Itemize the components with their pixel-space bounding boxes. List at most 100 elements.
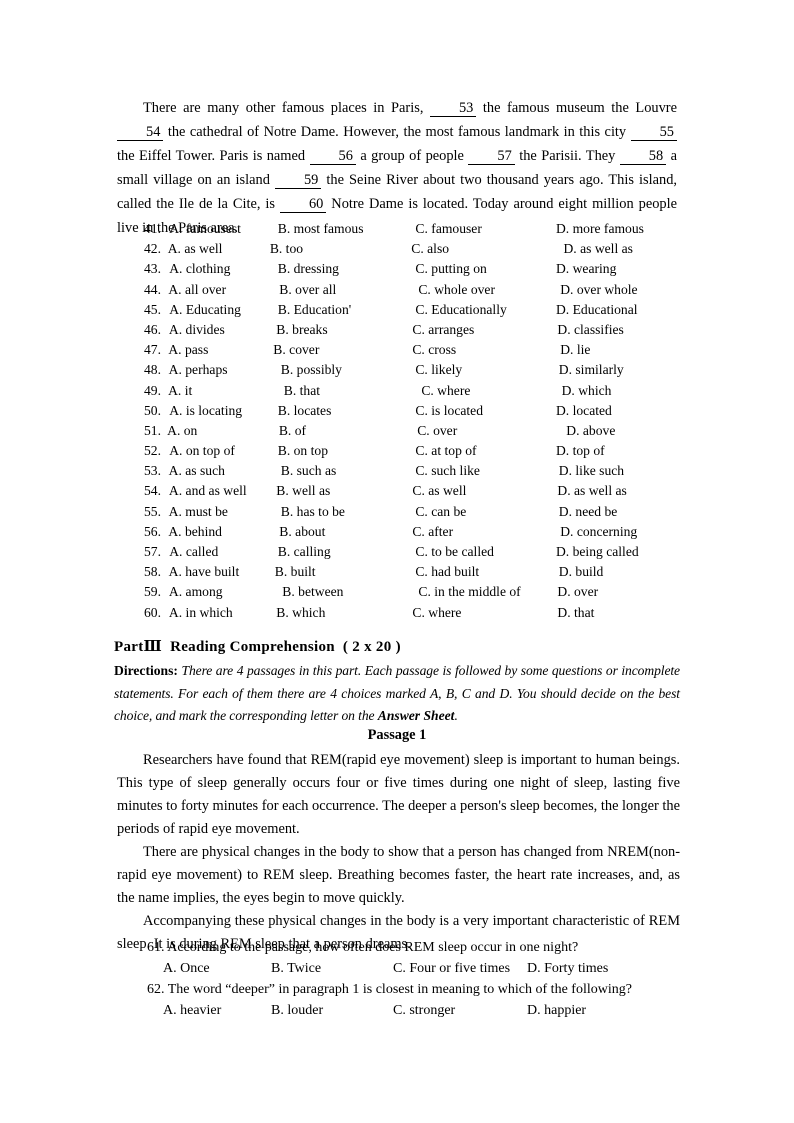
option-choice-c[interactable]: C. putting on [415, 261, 556, 277]
option-choice-d[interactable]: D. that [551, 605, 682, 621]
cloze-blank-57[interactable]: 57 [468, 149, 515, 165]
option-choice-a[interactable]: A. is locating [169, 403, 278, 419]
option-choice-d[interactable]: D. wearing [556, 261, 682, 277]
option-choice-d[interactable]: D. like such [553, 463, 682, 479]
option-choice-c[interactable]: C. had built [409, 564, 552, 580]
option-choice-b[interactable]: B. cover [273, 342, 406, 358]
question-choice-d[interactable]: D. happier [527, 1000, 647, 1021]
option-choice-b[interactable]: B. that [272, 383, 416, 399]
option-choice-c[interactable]: C. is located [415, 403, 556, 419]
option-choice-a[interactable]: A. have built [169, 564, 275, 580]
option-choice-d[interactable]: D. classifies [551, 322, 682, 338]
option-choice-a[interactable]: A. and as well [169, 483, 276, 499]
option-choice-d[interactable]: D. over [557, 584, 682, 600]
option-choice-b[interactable]: B. between [276, 584, 418, 600]
option-choice-c[interactable]: C. where [412, 605, 551, 621]
option-choice-a[interactable]: A. behind [168, 524, 273, 540]
option-choice-a[interactable]: A. on [167, 423, 267, 439]
option-choice-b[interactable]: B. has to be [275, 504, 416, 520]
cloze-blank-54[interactable]: 54 [117, 125, 164, 141]
question-choice-b[interactable]: B. Twice [271, 958, 393, 979]
option-choice-b[interactable]: B. Education' [278, 302, 416, 318]
cloze-blank-60[interactable]: 60 [279, 197, 327, 213]
option-choice-b[interactable]: B. about [273, 524, 412, 540]
option-choice-a[interactable]: A. perhaps [169, 362, 275, 378]
option-choice-b[interactable]: B. too [270, 241, 399, 257]
option-choice-c[interactable]: C. cross [406, 342, 548, 358]
option-choice-d[interactable]: D. Educational [556, 302, 682, 318]
cloze-blank-56[interactable]: 56 [309, 149, 356, 165]
option-choice-d[interactable]: D. top of [556, 443, 682, 459]
option-choice-c[interactable]: C. Educationally [415, 302, 556, 318]
option-choice-b[interactable]: B. over all [273, 282, 412, 298]
option-choice-b[interactable]: B. dressing [278, 261, 416, 277]
option-choice-c[interactable]: C. whole over [412, 282, 554, 298]
option-choice-d[interactable]: D. concerning [548, 524, 682, 540]
option-choice-d[interactable]: D. which [556, 383, 682, 399]
option-choice-a[interactable]: A. famousest [169, 221, 278, 237]
option-choice-a[interactable]: A. Educating [169, 302, 278, 318]
option-choice-a[interactable]: A. among [169, 584, 276, 600]
option-choice-b[interactable]: B. breaks [276, 322, 412, 338]
option-choice-d[interactable]: D. as well as [543, 241, 682, 257]
option-choice-a[interactable]: A. on top of [169, 443, 278, 459]
option-choice-a[interactable]: A. must be [169, 504, 275, 520]
option-choice-a[interactable]: A. called [169, 544, 278, 560]
option-choice-c[interactable]: C. also [399, 241, 543, 257]
option-choice-d[interactable]: D. need be [553, 504, 682, 520]
option-choice-b[interactable]: B. most famous [278, 221, 416, 237]
cloze-blank-59[interactable]: 59 [274, 173, 322, 189]
option-choice-c[interactable]: C. where [415, 383, 555, 399]
option-choice-c[interactable]: C. as well [412, 483, 551, 499]
cloze-blank-58[interactable]: 58 [619, 149, 667, 165]
option-choice-a[interactable]: A. in which [169, 605, 276, 621]
option-choice-c[interactable]: C. such like [415, 463, 552, 479]
question-choice-a[interactable]: A. heavier [163, 1000, 271, 1021]
option-choice-b[interactable]: B. such as [275, 463, 416, 479]
option-choice-b[interactable]: B. locates [278, 403, 416, 419]
option-choice-d[interactable]: D. located [556, 403, 682, 419]
cloze-passage-paragraph: There are many other famous places in Pa… [117, 100, 677, 236]
question-choice-d[interactable]: D. Forty times [527, 958, 647, 979]
cloze-blank-55[interactable]: 55 [630, 125, 677, 141]
question-choice-c[interactable]: C. stronger [393, 1000, 527, 1021]
question-choice-a[interactable]: A. Once [163, 958, 271, 979]
option-choice-b[interactable]: B. which [276, 605, 412, 621]
option-row-number: 51. [144, 422, 161, 438]
option-choice-c[interactable]: C. to be called [415, 544, 556, 560]
option-choice-a[interactable]: A. clothing [169, 261, 278, 277]
option-choice-d[interactable]: D. over whole [554, 282, 682, 298]
option-choice-b[interactable]: B. of [267, 423, 405, 439]
option-choice-c[interactable]: C. arranges [412, 322, 551, 338]
exam-page: There are many other famous places in Pa… [114, 0, 680, 1123]
option-choice-d[interactable]: D. more famous [556, 221, 682, 237]
option-choice-c[interactable]: C. in the middle of [418, 584, 557, 600]
option-choice-d[interactable]: D. being called [556, 544, 682, 560]
option-choice-c[interactable]: C. famouser [415, 221, 556, 237]
option-choice-d[interactable]: D. lie [548, 342, 682, 358]
option-choice-d[interactable]: D. similarly [553, 362, 682, 378]
option-choice-d[interactable]: D. as well as [551, 483, 682, 499]
option-choice-c[interactable]: C. likely [415, 362, 552, 378]
option-choice-a[interactable]: A. it [168, 383, 272, 399]
cloze-blank-53[interactable]: 53 [429, 101, 477, 117]
option-choice-a[interactable]: A. as well [168, 241, 270, 257]
option-choice-b[interactable]: B. on top [278, 443, 416, 459]
question-choice-c[interactable]: C. Four or five times [393, 958, 527, 979]
option-choice-b[interactable]: B. built [275, 564, 410, 580]
option-choice-c[interactable]: C. at top of [415, 443, 556, 459]
option-choice-d[interactable]: D. build [553, 564, 682, 580]
option-choice-b[interactable]: B. calling [278, 544, 416, 560]
option-choice-c[interactable]: C. can be [415, 504, 552, 520]
option-choice-c[interactable]: C. over [405, 423, 546, 439]
question-choice-b[interactable]: B. louder [271, 1000, 393, 1021]
option-choice-b[interactable]: B. well as [276, 483, 412, 499]
option-choice-d[interactable]: D. above [546, 423, 682, 439]
option-choice-a[interactable]: A. as such [169, 463, 275, 479]
directions-label: Directions: [114, 663, 178, 678]
option-choice-a[interactable]: A. all over [168, 282, 273, 298]
option-choice-c[interactable]: C. after [412, 524, 548, 540]
option-choice-b[interactable]: B. possibly [275, 362, 416, 378]
option-choice-a[interactable]: A. pass [168, 342, 273, 358]
option-choice-a[interactable]: A. divides [169, 322, 276, 338]
